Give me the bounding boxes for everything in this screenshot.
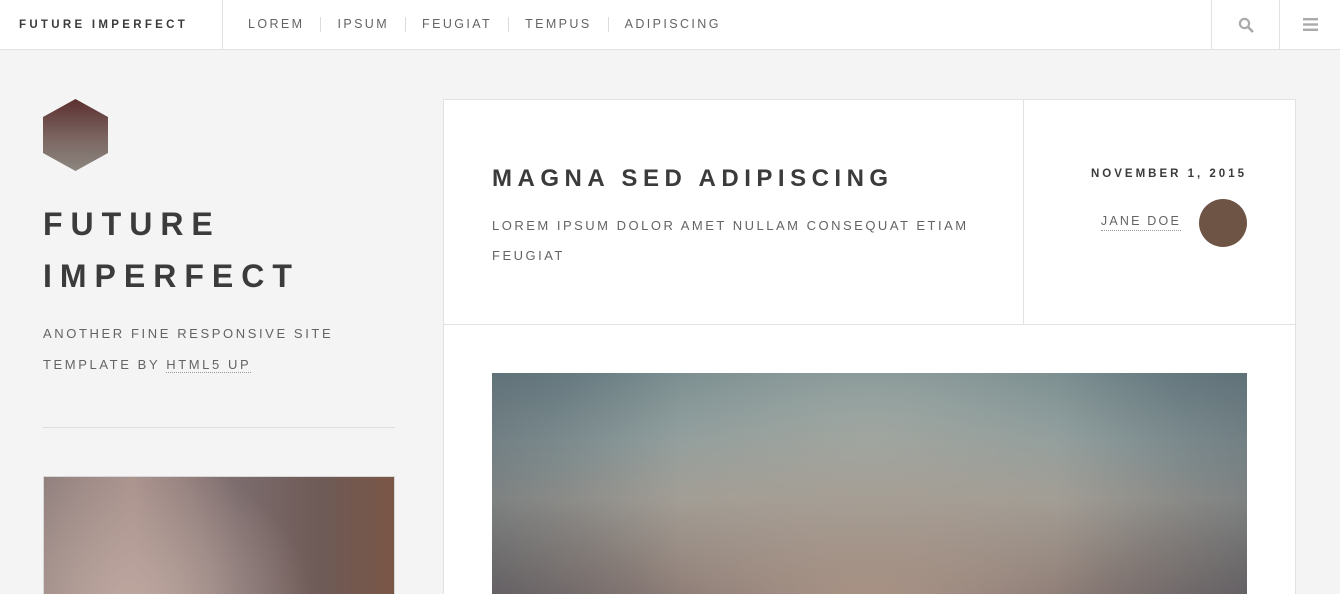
top-header: Future Imperfect Lorem Ipsum Feugiat Tem… [0,0,1340,50]
post-date: November 1, 2015 [1090,168,1247,180]
main-nav: Lorem Ipsum Feugiat Tempus Adipiscing [225,0,737,49]
post-subtitle: Lorem ipsum dolor amet nullam consequat … [492,218,969,263]
post-card: Magna sed adipiscing Lorem ipsum dolor a… [443,99,1296,594]
sidebar-image[interactable] [43,476,395,594]
post-title-area: Magna sed adipiscing Lorem ipsum dolor a… [444,100,1024,325]
search-icon [1238,17,1253,32]
site-tagline: Another fine responsive site template by… [43,318,383,380]
nav-item-feugiat[interactable]: Feugiat [405,17,508,32]
post-meta: November 1, 2015 Jane Doe [1024,100,1295,325]
post-title[interactable]: Magna sed adipiscing [492,165,894,193]
nav-item-tempus[interactable]: Tempus [508,17,608,32]
logo-hexagon-icon[interactable] [43,99,108,171]
post-header: Magna sed adipiscing Lorem ipsum dolor a… [444,100,1295,325]
post-image[interactable] [492,373,1247,594]
search-button[interactable] [1211,0,1279,49]
sidebar-divider [43,427,395,428]
hamburger-menu-icon [1302,18,1318,31]
author-avatar[interactable] [1199,199,1247,247]
html5up-link[interactable]: HTML5 UP [166,357,252,373]
site-title-line1: Future [43,206,221,242]
nav-item-ipsum[interactable]: Ipsum [320,17,405,32]
site-title-line2: Imperfect [43,258,300,294]
menu-button[interactable] [1279,0,1340,49]
site-title: Future Imperfect [43,198,383,302]
brand-link[interactable]: Future Imperfect [0,0,223,49]
nav-item-adipiscing[interactable]: Adipiscing [607,17,737,32]
author-link[interactable]: Jane Doe [1100,214,1181,231]
nav-item-lorem[interactable]: Lorem [225,17,320,32]
